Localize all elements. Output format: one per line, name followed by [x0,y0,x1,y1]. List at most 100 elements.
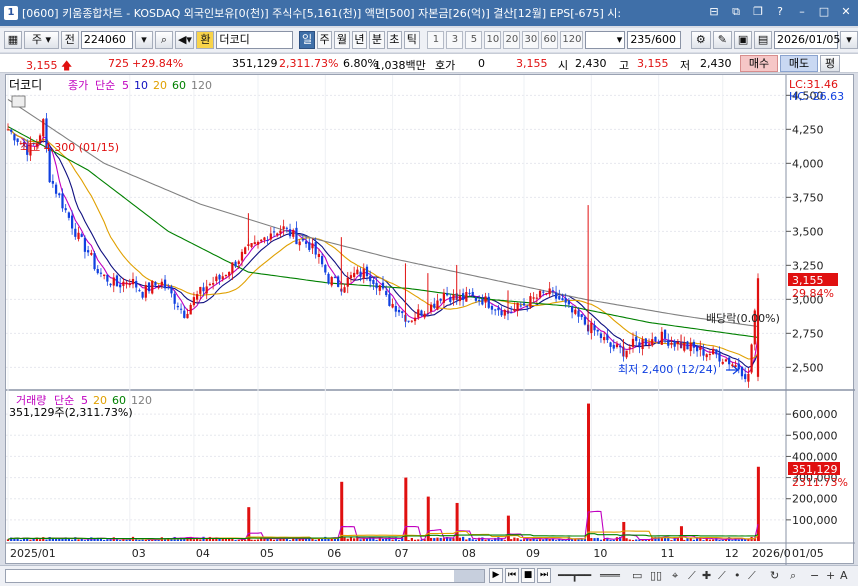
exchange-button[interactable]: 환 [196,31,215,49]
candle-body [513,309,516,311]
candle-body [256,241,260,245]
volume-bar [83,540,87,541]
bar-count-input[interactable]: 235/600 [627,31,682,49]
save-icon[interactable]: ▣ [734,31,753,49]
candle-body [532,297,535,299]
period-month[interactable]: 월 [334,31,350,49]
stop-button[interactable]: ■ [521,568,535,583]
zoom-icon[interactable]: ⌕ [790,569,796,583]
candle-body [314,242,317,255]
interval-30[interactable]: 30 [522,31,540,49]
help-icon[interactable]: ? [772,4,788,20]
zoom-slider-icon[interactable]: ━━┳━━ [558,569,591,582]
period-year[interactable]: 년 [351,31,368,49]
candle-body [689,342,692,352]
interval-1[interactable]: 1 [427,31,445,49]
buy-button[interactable]: 매수 [740,55,778,72]
volume-bar [29,539,32,541]
grid-icon[interactable]: ▦ [4,31,22,49]
zoom-in-icon[interactable]: + [826,569,835,582]
volume-bar [667,537,670,541]
eval-button[interactable]: 평 [820,55,840,72]
candle-body [445,293,449,296]
new-window-icon[interactable]: ⧉ [728,4,744,20]
interval-20[interactable]: 20 [503,31,521,49]
candle-body [240,251,244,261]
candle-body [138,290,141,292]
search-icon[interactable]: ⌕ [154,31,173,49]
volume-bar [721,540,724,541]
scroll-right-button[interactable]: ▶ [489,568,503,583]
trend-icon[interactable]: ⟋ [718,569,726,583]
sound-icon[interactable]: ◀▾ [174,31,195,49]
date-dropdown-icon[interactable]: ▾ [840,31,858,49]
scroll-end-button[interactable]: ⏭ [537,568,551,583]
font-icon[interactable]: A [840,569,848,582]
candle-body [170,286,173,294]
candle-body [353,272,356,278]
chart-area[interactable]: 4,500 4,250 4,000 3,750 3,500 3,250 3,000 2,750… [5,74,855,565]
screen-lock-icon[interactable]: ⊟ [706,4,722,20]
chart-type-select[interactable]: 주 ▾ [24,31,59,49]
quote-bar: 3,155 🡅 725 +29.84% 351,129 2,311.73% 6.… [0,53,858,73]
interval-3[interactable]: 3 [446,31,464,49]
interval-60[interactable]: 60 [541,31,559,49]
volume-bar [673,538,676,541]
candle-body [103,274,106,276]
interval-10[interactable]: 10 [484,31,502,49]
close-icon[interactable]: ✕ [838,4,854,20]
zoom-out-icon[interactable]: − [810,569,819,582]
minimize-icon[interactable]: – [794,4,810,20]
scroll-track[interactable] [5,569,485,583]
scroll-start-button[interactable]: ⏮ [505,568,519,583]
refresh-icon[interactable]: ↻ [770,569,779,582]
candle-body [202,287,205,292]
candle-body [67,212,71,218]
candle-settings-icon[interactable]: ⚙ [691,31,711,49]
interval-custom-select[interactable]: ▾ [584,31,626,49]
candle-body [737,363,740,370]
period-week[interactable]: 주 [316,31,333,49]
calendar-icon[interactable]: ▤ [754,31,773,49]
stock-code-input[interactable]: 224060 [80,31,133,49]
prev-button[interactable]: 전 [60,31,79,49]
tile-icon[interactable]: ▯▯ [650,569,662,582]
layout-icon[interactable]: ▭ [632,569,642,582]
open-label: 시 [558,59,569,72]
date-input[interactable]: 2026/01/05 [774,31,840,49]
period-day[interactable]: 일 [299,31,315,49]
zoom-bar-icon[interactable]: ═══ [600,569,620,582]
marker-icon[interactable]: ⌖ [672,569,678,583]
candle-body [228,271,231,276]
stock-chart[interactable]: 4,5004,2504,0003,7503,5003,2503,0002,750… [6,75,855,565]
line-icon[interactable]: ⟋ [688,569,696,583]
interval-5[interactable]: 5 [465,31,483,49]
candle-body [663,329,667,339]
volume-value: 351,129 [232,57,278,70]
interval-120[interactable]: 120 [560,31,583,49]
maximize-icon[interactable]: □ [816,4,832,20]
period-second[interactable]: 초 [386,31,403,49]
period-tick[interactable]: 틱 [404,31,420,49]
x-tick-label: 2026/0 [752,547,791,560]
measure-icon[interactable]: ⟋ [748,569,756,583]
candle-body [538,290,542,298]
stock-name-field[interactable]: 더코디 [216,31,294,49]
candle-body [266,240,269,242]
volume-bar [375,539,378,541]
copy-icon[interactable]: ❐ [750,4,766,20]
volume-bar [276,539,279,541]
candle-body [606,334,609,341]
cross-icon[interactable]: ✚ [702,569,711,582]
candle-body [317,253,321,258]
draw-tool-icon[interactable]: ✎ [712,31,733,49]
candle-body [343,287,346,293]
sell-button[interactable]: 매도 [780,55,818,72]
scroll-thumb[interactable] [454,570,484,582]
dot-icon[interactable]: • [734,569,741,582]
code-dropdown-icon[interactable]: ▾ [134,31,153,49]
candle-body [522,303,526,306]
period-minute[interactable]: 분 [369,31,385,49]
volume-bar [244,539,247,541]
panel-menu-icon[interactable] [11,95,26,108]
